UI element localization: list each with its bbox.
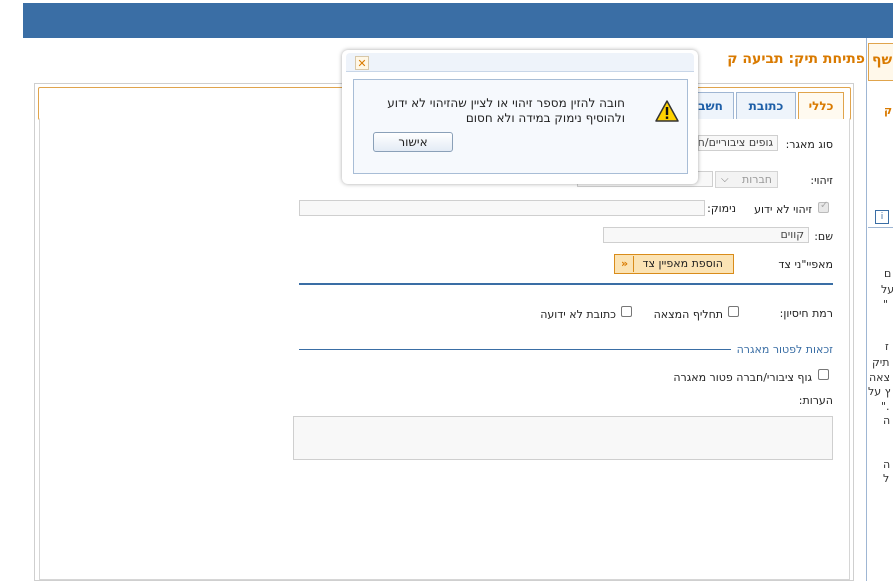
right-panel-text-fragment: ק xyxy=(884,104,893,117)
id-type-select[interactable]: ⌵ חברות xyxy=(715,171,778,188)
top-header-bar xyxy=(23,3,893,38)
name-input[interactable]: קווים xyxy=(603,227,809,243)
right-panel-text-fragment: ם xyxy=(884,267,892,280)
name-label: שם: xyxy=(814,230,833,243)
exemption-section-title: זכאות לפטור מאגרה xyxy=(736,343,833,356)
unknown-address-label: כתובת לא ידועה xyxy=(540,308,616,321)
exempt-body-checkbox[interactable] xyxy=(818,369,829,380)
id-type-value: חברות xyxy=(742,173,772,186)
secrecy-label: רמת חיסיון: xyxy=(779,307,833,320)
id-unknown-label: זיהוי לא ידוע xyxy=(754,203,812,216)
double-chevron-down-icon: » xyxy=(616,256,634,272)
info-icon[interactable]: i xyxy=(875,210,889,224)
right-panel-text-fragment: ה xyxy=(883,458,891,471)
dialog-body: חובה להזין מספר זיהוי או לציין שהזיהוי ל… xyxy=(353,79,688,174)
chevron-down-icon: ⌵ xyxy=(721,174,729,185)
right-panel-header: שף: xyxy=(868,43,893,81)
exemption-section-line xyxy=(299,349,731,350)
right-panel-divider xyxy=(868,227,893,228)
right-panel-text-fragment: ה xyxy=(883,414,891,427)
right-panel-text-fragment: ז xyxy=(885,340,889,353)
right-panel-text-fragment: צאה xyxy=(869,371,891,384)
id-label: זיהוי: xyxy=(810,174,833,187)
characteristic-label: מאפיי"ני צד xyxy=(778,258,833,271)
tab-general[interactable]: כללי xyxy=(798,92,844,120)
dialog-title-bar: ✕ xyxy=(346,53,694,72)
dialog-message-line: חובה להזין מספר זיהוי או לציין שהזיהוי ל… xyxy=(387,96,625,110)
add-characteristic-button[interactable]: » הוספת מאפיין צד xyxy=(614,254,734,274)
warning-icon xyxy=(655,100,679,122)
right-panel-header-text: שף: xyxy=(872,52,893,68)
right-panel-text-fragment: ". xyxy=(881,400,890,413)
right-panel-text-fragment: על xyxy=(881,283,893,296)
right-panel-text-fragment: תיק xyxy=(872,356,890,369)
reason-input[interactable] xyxy=(299,200,705,216)
alert-dialog: ✕ חובה להזין מספר זיהוי או לציין שהזיהוי… xyxy=(342,50,698,184)
source-type-field[interactable]: גופים ציבוריים/ח xyxy=(698,135,778,151)
section-divider xyxy=(299,283,833,285)
dialog-message: חובה להזין מספר זיהוי או לציין שהזיהוי ל… xyxy=(385,96,625,126)
notes-label: הערות: xyxy=(798,394,833,407)
alias-checkbox[interactable] xyxy=(728,306,739,317)
source-type-label: סוג מאגר: xyxy=(785,138,833,151)
close-icon[interactable]: ✕ xyxy=(355,56,369,70)
reason-label: נימוק: xyxy=(707,202,736,215)
right-panel-text-fragment: ץ על xyxy=(868,385,891,398)
right-panel-text-fragment: " xyxy=(883,298,889,311)
id-unknown-checkbox[interactable]: ✓ xyxy=(818,200,829,213)
page-title: פתיחת תיק: תביעה ק xyxy=(727,51,865,67)
alias-label: תחליף המצאה xyxy=(653,308,723,321)
add-characteristic-label: הוספת מאפיין צד xyxy=(642,257,723,270)
tab-address[interactable]: כתובת xyxy=(736,92,796,119)
dialog-message-line: ולהוסיף נימוק במידה ולא חסום xyxy=(465,111,625,125)
exempt-body-label: גוף ציבורי/חברה פטור מאגרה xyxy=(673,371,812,384)
right-panel-text-fragment: ל xyxy=(883,472,890,485)
ok-button[interactable]: אישור xyxy=(373,132,453,152)
unknown-address-checkbox[interactable] xyxy=(621,306,632,317)
right-side-panel: שף: ק i ם על " ז תיק צאה ץ על ". ה ה ל xyxy=(866,38,893,581)
notes-textarea[interactable] xyxy=(293,416,833,460)
